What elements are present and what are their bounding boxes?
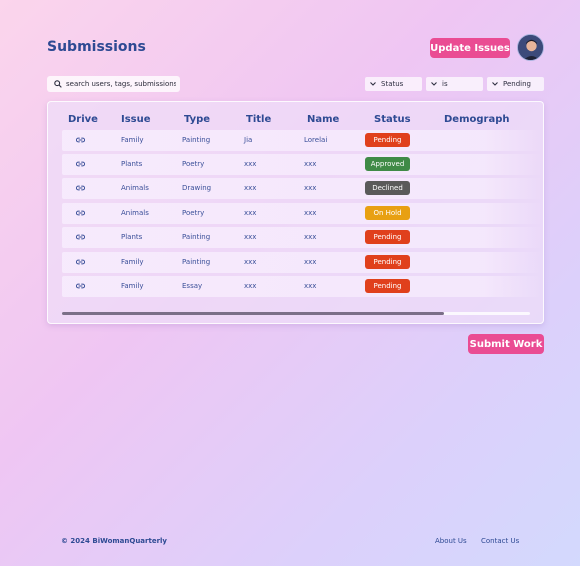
chevron-down-icon: [431, 82, 437, 86]
link-icon[interactable]: [76, 209, 85, 217]
table-row[interactable]: Animals Poetry xxx xxx On Hold: [62, 203, 542, 224]
cell-issue: Family: [121, 136, 144, 144]
column-header-status[interactable]: Status: [374, 114, 411, 125]
table-row[interactable]: Animals Drawing xxx xxx Declined: [62, 178, 542, 199]
search-icon: [54, 80, 62, 88]
table-row[interactable]: Family Painting Jia Lorelai Pending: [62, 130, 542, 151]
filter-operator-select[interactable]: is: [426, 77, 483, 91]
cell-name: xxx: [304, 258, 317, 266]
table-row[interactable]: Plants Painting xxx xxx Pending: [62, 227, 542, 248]
cell-issue: Plants: [121, 233, 143, 241]
page-title: Submissions: [47, 39, 146, 55]
search-bar[interactable]: [47, 76, 180, 92]
cell-name: xxx: [304, 184, 317, 192]
cell-type: Painting: [182, 136, 211, 144]
submit-work-button[interactable]: Submit Work: [468, 334, 544, 354]
status-badge[interactable]: On Hold: [365, 206, 410, 220]
avatar[interactable]: [517, 34, 544, 61]
copyright-text: © 2024 BiWomanQuarterly: [61, 537, 167, 545]
cell-type: Drawing: [182, 184, 212, 192]
submissions-table: Drive Issue Type Title Name Status Demog…: [47, 101, 544, 324]
horizontal-scrollbar-thumb[interactable]: [62, 312, 444, 315]
update-issues-button[interactable]: Update Issues: [430, 38, 510, 58]
search-input[interactable]: [66, 80, 176, 88]
about-us-link[interactable]: About Us: [435, 537, 467, 545]
filter-field-select[interactable]: Status: [365, 77, 422, 91]
cell-title: xxx: [244, 184, 257, 192]
chevron-down-icon: [370, 82, 376, 86]
cell-issue: Plants: [121, 160, 143, 168]
cell-name: xxx: [304, 233, 317, 241]
filter-value-label: Pending: [503, 80, 531, 88]
cell-title: xxx: [244, 233, 257, 241]
cell-title: xxx: [244, 282, 257, 290]
filter-field-label: Status: [381, 80, 404, 88]
cell-name: xxx: [304, 282, 317, 290]
cell-type: Poetry: [182, 160, 205, 168]
link-icon[interactable]: [76, 282, 85, 290]
column-header-title[interactable]: Title: [246, 114, 271, 125]
cell-type: Painting: [182, 258, 211, 266]
cell-title: xxx: [244, 209, 257, 217]
column-header-issue[interactable]: Issue: [121, 114, 151, 125]
status-badge[interactable]: Pending: [365, 255, 410, 269]
link-icon[interactable]: [76, 258, 85, 266]
link-icon[interactable]: [76, 233, 85, 241]
cell-name: xxx: [304, 209, 317, 217]
cell-title: xxx: [244, 160, 257, 168]
cell-type: Painting: [182, 233, 211, 241]
status-badge[interactable]: Declined: [365, 181, 410, 195]
link-icon[interactable]: [76, 136, 85, 144]
cell-type: Poetry: [182, 209, 205, 217]
cell-type: Essay: [182, 282, 203, 290]
column-header-type[interactable]: Type: [184, 114, 210, 125]
filter-operator-label: is: [442, 80, 448, 88]
link-icon[interactable]: [76, 184, 85, 192]
status-badge[interactable]: Pending: [365, 230, 410, 244]
cell-name: xxx: [304, 160, 317, 168]
chevron-down-icon: [492, 82, 498, 86]
cell-issue: Family: [121, 258, 144, 266]
cell-title: xxx: [244, 258, 257, 266]
cell-issue: Animals: [121, 209, 149, 217]
table-row[interactable]: Family Painting xxx xxx Pending: [62, 252, 542, 273]
cell-name: Lorelai: [304, 136, 328, 144]
status-badge[interactable]: Pending: [365, 279, 410, 293]
column-header-drive[interactable]: Drive: [68, 114, 98, 125]
column-header-demograph[interactable]: Demograph: [444, 114, 510, 125]
cell-title: Jia: [244, 136, 253, 144]
status-badge[interactable]: Pending: [365, 133, 410, 147]
link-icon[interactable]: [76, 160, 85, 168]
column-header-name[interactable]: Name: [307, 114, 339, 125]
contact-us-link[interactable]: Contact Us: [481, 537, 519, 545]
cell-issue: Animals: [121, 184, 149, 192]
table-row[interactable]: Plants Poetry xxx xxx Approved: [62, 154, 542, 175]
cell-issue: Family: [121, 282, 144, 290]
table-row[interactable]: Family Essay xxx xxx Pending: [62, 276, 542, 297]
status-badge[interactable]: Approved: [365, 157, 410, 171]
filter-value-select[interactable]: Pending: [487, 77, 544, 91]
